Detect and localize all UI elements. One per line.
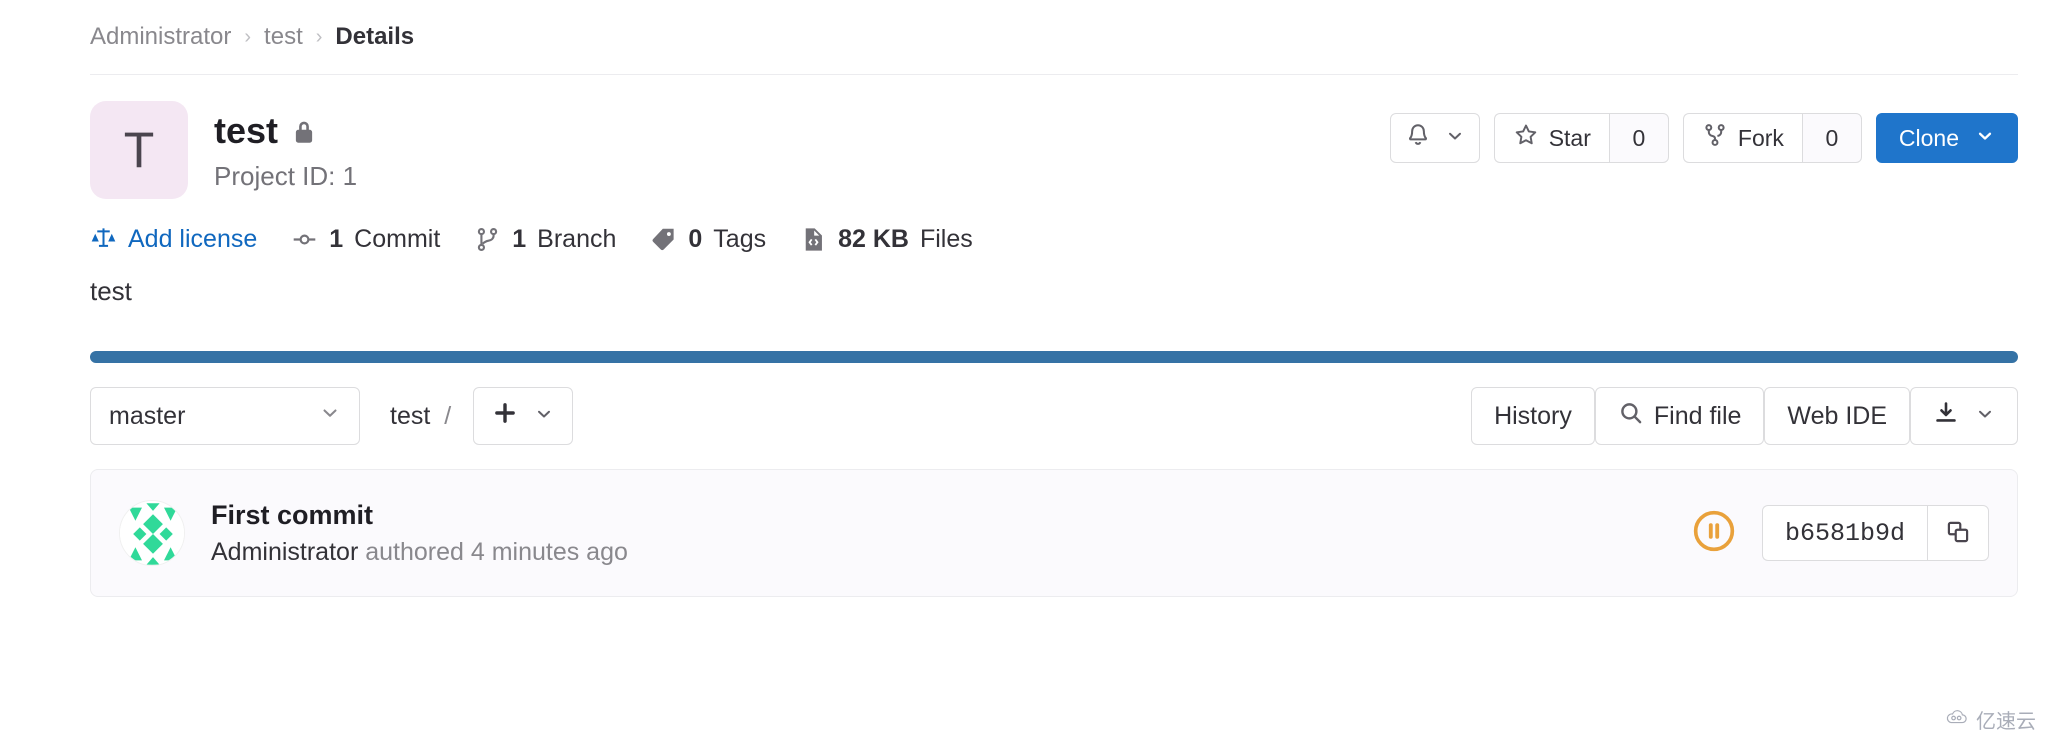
- stat-branches-value: 1: [512, 225, 527, 253]
- star-label: Star: [1548, 124, 1591, 151]
- tag-icon: [650, 226, 677, 253]
- cloud-icon: [1945, 708, 1969, 731]
- project-description: test: [90, 276, 132, 306]
- project-title-row: test: [214, 111, 1390, 151]
- commit-sha-group: b6581b9d: [1761, 505, 1989, 561]
- chevron-down-icon: [1975, 402, 1995, 431]
- language-bar[interactable]: [90, 351, 2018, 363]
- chevron-down-icon: [1975, 125, 1995, 152]
- breadcrumb: Administrator › test › Details: [0, 0, 2058, 60]
- star-icon: [1513, 122, 1539, 154]
- project-avatar-letter: T: [123, 122, 155, 178]
- branch-selector-value: master: [109, 401, 186, 430]
- page-title: test: [214, 110, 279, 151]
- fork-icon: [1702, 122, 1728, 154]
- identicon-avatar: [119, 500, 185, 566]
- project-details-page: Administrator › test › Details T test Pr…: [0, 0, 2058, 744]
- repository-toolbar-actions: History Find file Web IDE: [1471, 387, 2018, 445]
- bell-icon: [1405, 122, 1431, 154]
- branch-selector[interactable]: master: [90, 387, 360, 445]
- language-segment-primary[interactable]: [90, 351, 2018, 363]
- commit-text: First commit Administrator authored 4 mi…: [211, 499, 628, 568]
- stat-tags-value: 0: [688, 225, 703, 253]
- chevron-down-icon: [534, 403, 554, 430]
- path-separator: /: [444, 401, 452, 430]
- fork-button-group: Fork 0: [1682, 113, 1862, 163]
- chevron-down-icon: [319, 402, 341, 431]
- file-code-icon: [800, 226, 827, 253]
- copy-icon: [1945, 519, 1971, 548]
- star-button-group: Star 0: [1493, 113, 1669, 163]
- add-license-label: Add license: [128, 225, 258, 253]
- commit-right-actions: b6581b9d: [1692, 505, 1989, 561]
- branch-icon: [474, 226, 501, 253]
- plus-icon: [492, 400, 518, 432]
- stat-tags-unit: Tags: [713, 225, 767, 253]
- scale-icon: [90, 226, 117, 253]
- star-count[interactable]: 0: [1608, 113, 1669, 163]
- stat-branches: 1 Branch: [474, 225, 616, 254]
- project-header-actions: Star 0 Fork 0 Clone: [1389, 101, 2018, 163]
- pipeline-pending-icon[interactable]: [1692, 509, 1736, 558]
- stat-commits-value: 1: [329, 225, 344, 253]
- download-icon: [1933, 400, 1959, 433]
- path-breadcrumb: test /: [390, 402, 451, 431]
- fork-count[interactable]: 0: [1801, 113, 1862, 163]
- clone-label: Clone: [1898, 124, 1959, 151]
- add-license-link[interactable]: Add license: [90, 225, 257, 254]
- clone-button[interactable]: Clone: [1875, 113, 2018, 163]
- stat-commits-unit: Commit: [354, 225, 441, 253]
- copy-sha-button[interactable]: [1927, 505, 1989, 561]
- stat-files-value: 82 KB: [838, 225, 909, 253]
- watermark-text: 亿速云: [1976, 711, 2036, 733]
- lock-icon: [291, 120, 317, 146]
- stat-commits: 1 Commit: [291, 225, 440, 254]
- breadcrumb-item-test[interactable]: test: [264, 23, 303, 51]
- last-commit-card: First commit Administrator authored 4 mi…: [90, 469, 2018, 597]
- history-button[interactable]: History: [1471, 387, 1595, 445]
- project-header: T test Project ID: 1 Star 0 Fork 0 Clone: [0, 75, 2058, 199]
- web-ide-button[interactable]: Web IDE: [1764, 387, 1910, 445]
- fork-label: Fork: [1737, 124, 1784, 151]
- path-crumb-root[interactable]: test: [390, 402, 430, 431]
- stat-files-size: 82 KB Files: [800, 225, 973, 254]
- download-button[interactable]: [1910, 387, 2018, 445]
- search-icon: [1618, 400, 1644, 433]
- find-file-button[interactable]: Find file: [1594, 387, 1765, 445]
- commit-icon: [291, 226, 318, 253]
- stat-branches-unit: Branch: [537, 225, 617, 253]
- breadcrumb-separator-icon: ›: [315, 26, 323, 48]
- breadcrumb-item-details: Details: [335, 23, 415, 50]
- add-to-repo-button[interactable]: [473, 387, 574, 445]
- breadcrumb-item-administrator[interactable]: Administrator: [90, 23, 231, 51]
- breadcrumb-separator-icon: ›: [244, 26, 252, 48]
- repository-toolbar: master test / History Find file Web IDE: [0, 363, 2058, 445]
- commit-authored-time: authored 4 minutes ago: [358, 538, 628, 567]
- chevron-down-icon: [1445, 125, 1465, 152]
- project-stats-row: Add license 1 Commit 1 Branch 0 Tags 82 …: [0, 199, 2058, 254]
- fork-button[interactable]: Fork: [1682, 113, 1802, 163]
- project-avatar: T: [90, 101, 188, 199]
- stat-files-unit: Files: [919, 225, 973, 253]
- commit-title[interactable]: First commit: [211, 499, 628, 533]
- commit-meta: Administrator authored 4 minutes ago: [211, 538, 628, 567]
- star-button[interactable]: Star: [1493, 113, 1609, 163]
- commit-sha[interactable]: b6581b9d: [1761, 505, 1927, 561]
- watermark: 亿速云: [1945, 705, 2036, 734]
- find-file-label: Find file: [1653, 401, 1742, 430]
- project-id-label: Project ID: 1: [214, 160, 358, 191]
- notification-dropdown-button[interactable]: [1389, 113, 1480, 163]
- language-bar-wrapper: [0, 307, 2058, 363]
- project-meta: test Project ID: 1: [214, 101, 1390, 192]
- stat-tags: 0 Tags: [650, 225, 766, 254]
- commit-author[interactable]: Administrator: [211, 538, 358, 566]
